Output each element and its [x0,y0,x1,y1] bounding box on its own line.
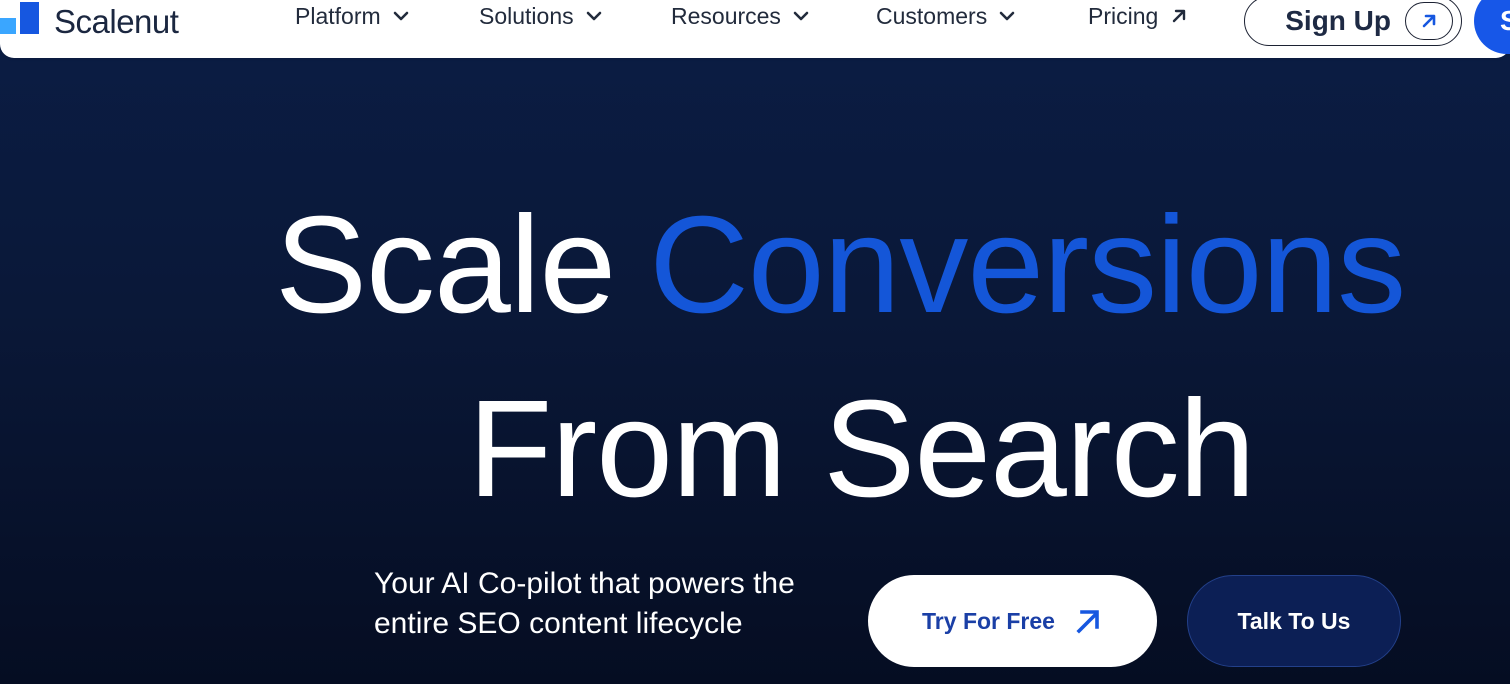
chevron-down-icon [793,10,809,22]
hero-headline-line2: From Search [468,372,1256,526]
login-button[interactable]: S [1474,0,1510,54]
nav-item-pricing[interactable]: Pricing [1088,0,1188,32]
hero-subtext: Your AI Co-pilot that powers the entire … [374,567,795,640]
chevron-down-icon [393,10,409,22]
chevron-down-icon [586,10,602,22]
talk-to-us-button[interactable]: Talk To Us [1187,575,1401,667]
nav-item-customers[interactable]: Customers [876,0,1015,32]
nav-item-label: Solutions [479,2,574,29]
nav-item-platform[interactable]: Platform [295,0,409,32]
top-navbar: Scalenut Platform Solutions Resources Cu… [0,0,1510,58]
arrow-up-right-icon [1405,2,1453,40]
scalenut-logo-icon [0,2,40,42]
chevron-down-icon [999,10,1015,22]
headline-word-scale: Scale [275,188,616,342]
nav-item-label: Customers [876,2,988,29]
arrow-up-right-icon [1170,7,1188,25]
sign-up-label: Sign Up [1285,5,1391,36]
nav-item-resources[interactable]: Resources [671,0,809,32]
brand-name: Scalenut [54,3,179,40]
nav-item-label: Resources [671,2,781,29]
nav-item-label: Platform [295,2,381,29]
arrow-up-right-icon [1073,606,1103,636]
hero-headline-line1: Scale Conversions [275,196,1406,334]
sign-up-button[interactable]: Sign Up [1244,0,1462,46]
nav-item-solutions[interactable]: Solutions [479,0,602,32]
nav-item-label: Pricing [1088,2,1159,29]
try-for-free-button[interactable]: Try For Free [868,575,1157,667]
try-for-free-label: Try For Free [922,607,1055,634]
brand-logo[interactable]: Scalenut [0,2,179,42]
headline-word-conversions: Conversions [649,188,1406,342]
